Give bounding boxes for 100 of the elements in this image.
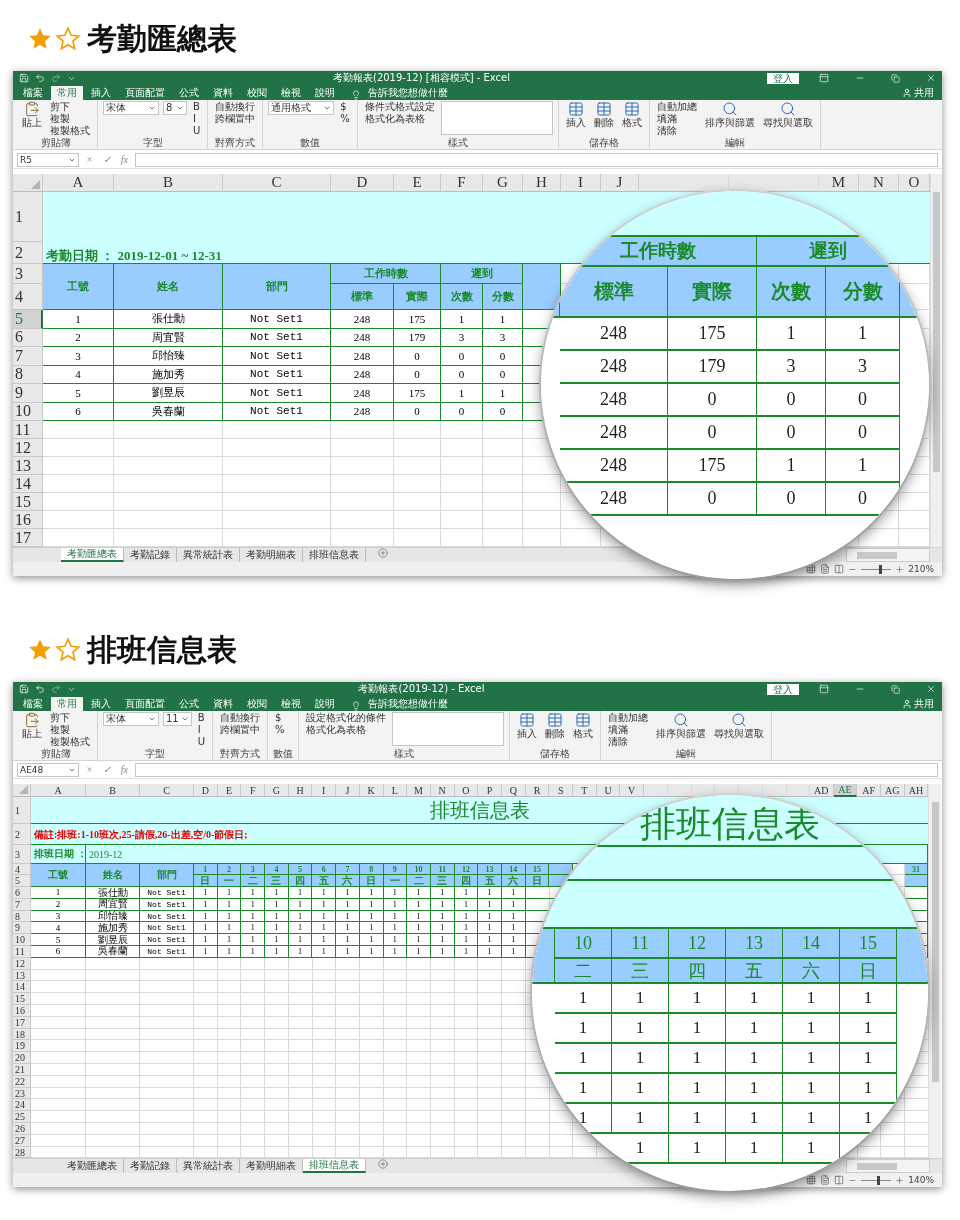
ribbon-button[interactable]: % [273,723,287,736]
dropdown-field[interactable]: 宋体 [103,711,159,726]
row-header[interactable]: 9 [13,384,43,403]
ribbon-tab[interactable]: 資料 [207,696,239,711]
ribbon-tab[interactable]: 公式 [173,85,205,100]
ribbon-tab[interactable]: 資料 [207,85,239,100]
row-header[interactable]: 1 [13,192,43,243]
ribbon-button[interactable]: 自動換行 [213,100,258,113]
zoom-level[interactable]: 210% [908,563,934,576]
ribbon-button[interactable]: 複製 [48,112,92,125]
ribbon-button[interactable]: 自動加總 [606,711,651,724]
row-header[interactable]: 16 [13,1005,31,1017]
row-header[interactable]: 15 [13,993,31,1006]
ribbon-button[interactable]: I [195,723,208,736]
ribbon-tab[interactable]: 說明 [309,696,341,711]
formula-button[interactable]: fx [117,764,131,777]
ribbon-button[interactable]: 跨欄置中 [213,112,258,125]
ribbon-button[interactable]: % [338,112,352,125]
ribbon-tab[interactable]: 檔案 [17,85,49,100]
ribbon-button[interactable]: 複製格式 [48,735,92,748]
row-header[interactable]: 15 [13,493,43,512]
ribbon-button[interactable]: B [195,711,208,724]
dropdown-field[interactable]: 11 [163,711,192,726]
ribbon-button[interactable]: 刪除 [543,711,568,740]
ribbon-button[interactable]: 自動換行 [218,711,263,724]
ribbon-button[interactable]: B [191,100,203,113]
row-header[interactable]: 11 [13,421,43,440]
row-header[interactable]: 2 [13,242,43,265]
ribbon-button[interactable]: 剪下 [48,711,92,724]
column-header[interactable]: AF [857,784,881,798]
row-header[interactable]: 25 [13,1111,31,1124]
row-header[interactable]: 7 [13,347,43,366]
dropdown-field[interactable]: 通用格式 [268,100,335,115]
row-header[interactable]: 3 [13,845,31,865]
ribbon-button[interactable]: 貼上 [20,711,44,740]
ribbon-button[interactable]: 複製格式 [48,124,92,137]
row-header[interactable]: 1 [13,797,31,825]
row-header[interactable]: 20 [13,1052,31,1065]
row-header[interactable]: 19 [13,1040,31,1053]
row-header[interactable]: 13 [13,457,43,476]
row-header[interactable]: 14 [13,475,43,494]
ribbon-tab[interactable]: 插入 [85,85,117,100]
formula-button[interactable]: fx [117,154,131,167]
share-button[interactable]: 共用 [894,696,942,711]
ribbon-button[interactable]: 格式 [571,711,596,740]
ribbon-button[interactable]: 填滿 [606,723,651,736]
row-header[interactable]: 4 [13,864,31,876]
ribbon-button[interactable]: 跨欄置中 [218,723,263,736]
tell-me-search[interactable]: 告訴我您想做什麼 [368,85,448,100]
ribbon-button[interactable]: U [191,124,203,137]
ribbon-button[interactable]: U [195,735,208,748]
ribbon-button[interactable]: $ [338,100,352,113]
column-header[interactable]: AE [833,784,858,798]
ribbon-tab[interactable]: 常用 [51,696,83,711]
ribbon-button[interactable]: 插入 [563,100,588,129]
row-header[interactable]: 17 [13,529,43,548]
ribbon-tab[interactable]: 常用 [51,85,83,100]
formula-button[interactable]: × [83,154,96,167]
ribbon-button[interactable]: 條件式格式設定 [362,100,437,113]
ribbon-button[interactable]: 貼上 [20,100,44,129]
row-header[interactable]: 21 [13,1064,31,1076]
row-header[interactable]: 26 [13,1123,31,1135]
ribbon-button[interactable]: 排序與篩選 [702,100,757,129]
ribbon-button[interactable]: 格式化為表格 [304,723,389,736]
ribbon-button[interactable]: 自動加總 [654,100,699,113]
ribbon-button[interactable]: 尋找與選取 [712,711,767,740]
row-header[interactable]: 4 [13,284,43,311]
row-header[interactable]: 24 [13,1099,31,1112]
ribbon-button[interactable]: 尋找與選取 [760,100,815,129]
ribbon-button[interactable]: $ [273,711,287,724]
row-header[interactable]: 16 [13,511,43,530]
ribbon-button[interactable]: 格式 [619,100,644,129]
ribbon-tab[interactable]: 頁面配置 [119,85,171,100]
dropdown-field[interactable]: 宋体 [103,100,159,115]
ribbon-button[interactable]: 複製 [48,723,92,736]
formula-button[interactable]: × [83,764,96,777]
sheet-tab[interactable]: 考勤匯總表 [61,548,124,563]
row-header[interactable]: 11 [13,946,31,958]
ribbon-button[interactable]: 排序與篩選 [654,711,709,740]
column-header[interactable]: I [312,784,337,798]
ribbon-tab[interactable]: 檢視 [275,696,307,711]
ribbon-tab[interactable]: 說明 [309,85,341,100]
row-header[interactable]: 10 [13,934,31,947]
formula-button[interactable]: ✓ [99,764,114,777]
ribbon-button[interactable]: 設定格式化的條件 [304,711,389,724]
share-button[interactable]: 共用 [894,85,942,100]
sign-in-button[interactable]: 登入 [767,683,799,695]
tell-me-search[interactable]: 告訴我您想做什麼 [368,696,448,711]
ribbon-tab[interactable]: 校閱 [241,696,273,711]
ribbon-button[interactable]: 格式化為表格 [362,112,437,125]
ribbon-button[interactable]: 剪下 [48,100,92,113]
name-box[interactable]: R5 [17,153,79,168]
ribbon-button[interactable]: 清除 [654,124,699,137]
column-header[interactable]: V [620,784,645,798]
ribbon-tab[interactable]: 檔案 [17,696,49,711]
column-header[interactable]: S [549,784,573,798]
sheet-tab[interactable]: 排班信息表 [303,1159,366,1174]
dropdown-field[interactable]: 8 [163,100,187,115]
ribbon-button[interactable]: I [191,112,203,125]
ribbon-button[interactable]: 填滿 [654,112,699,125]
